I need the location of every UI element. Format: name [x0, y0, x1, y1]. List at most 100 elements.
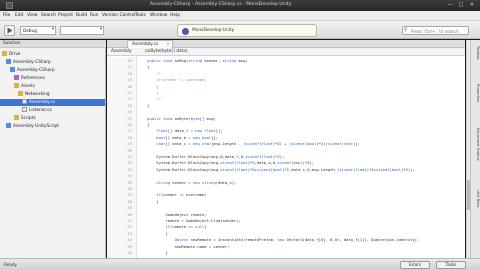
- app-icon: [6, 2, 13, 9]
- line-number: 20: [127, 83, 132, 89]
- code-line: {: [138, 198, 159, 204]
- tree-item-label: Assembly-CSharp: [13, 60, 51, 65]
- code-line: remote = GameObject.Find(sender);: [138, 218, 241, 223]
- code-line: System.Buffer.BlockCopy(msg,sizeof(float…: [138, 166, 415, 172]
- folder-icon: [14, 115, 19, 120]
- line-number: 31: [127, 154, 132, 159]
- tab-assembly-cs[interactable]: Assembly.cs ×: [127, 40, 173, 48]
- line-number: 35: [127, 179, 132, 185]
- line-number: 32: [127, 160, 132, 166]
- title-bar: Assembly-CSharp - Assembly-CSharp.cs - M…: [0, 0, 480, 11]
- dock-tab-document-outline[interactable]: Document Outline: [472, 128, 480, 161]
- tree-item-project[interactable]: Assembly-CSharp: [10, 67, 55, 74]
- line-number: 37: [127, 192, 132, 198]
- menu-tools[interactable]: Tools: [135, 13, 146, 18]
- target-select[interactable]: ▾: [60, 26, 104, 35]
- menu-file[interactable]: File: [3, 13, 10, 18]
- line-number: 24: [127, 109, 132, 115]
- code-line: string sender = new string(data_c);: [156, 179, 237, 185]
- close-button[interactable]: ✕: [468, 2, 476, 9]
- menu-view[interactable]: View: [27, 13, 37, 18]
- status-text: MonoDevelop-Unity: [192, 28, 235, 33]
- dock-tab-unit-tests[interactable]: Unit Tests: [472, 190, 480, 207]
- code-line: public void onByte(byte[] msg): [147, 115, 216, 121]
- ide-window: Assembly-CSharp - Assembly-CSharp.cs - M…: [0, 0, 480, 270]
- status-display: MonoDevelop-Unity: [177, 24, 317, 37]
- solution-pad-header: Solution: [0, 40, 106, 48]
- window-title: Assembly-CSharp - Assembly-CSharp.cs - M…: [150, 2, 292, 7]
- line-number: 33: [127, 166, 132, 172]
- status-message: Ready: [4, 262, 17, 267]
- search-box[interactable]: ⚲: [402, 26, 469, 35]
- menu-window[interactable]: Window: [150, 13, 167, 18]
- errors-pad-button[interactable]: Errors: [400, 261, 430, 269]
- tree-item-label: Assembly.cs: [29, 100, 56, 105]
- menu-build[interactable]: Build: [76, 13, 87, 18]
- configuration-select[interactable]: Debug ▾: [20, 26, 56, 35]
- menu-edit[interactable]: Edit: [15, 13, 24, 18]
- code-line: if(sender != username): [138, 77, 207, 83]
- code-line: {: [138, 122, 150, 127]
- menu-bar: File Edit View Search Project Build Run …: [0, 11, 480, 21]
- menu-search[interactable]: Search: [41, 13, 56, 18]
- tree-item-drive[interactable]: Drive: [2, 51, 20, 58]
- tree-item-scripts[interactable]: Scripts: [14, 115, 36, 122]
- maximize-button[interactable]: □: [457, 2, 465, 9]
- minimize-button[interactable]: —: [446, 2, 454, 9]
- tab-label: Assembly.cs: [132, 42, 159, 47]
- dock-tab-toolbox[interactable]: Toolbox: [472, 46, 480, 59]
- code-line: bool[] data_b = new bool[];: [156, 134, 219, 140]
- line-number: 21: [127, 90, 132, 95]
- folder-icon: [18, 91, 23, 96]
- line-number: 19: [127, 77, 132, 83]
- solution-pad: Solution Drive Assembly-CSharp Assembly-…: [0, 40, 106, 258]
- tasks-pad-button[interactable]: Tasks: [436, 261, 466, 269]
- search-input[interactable]: [411, 28, 467, 34]
- code-editor: Assembly.cs × Assembly onByte(byte[] dat…: [107, 40, 465, 258]
- folder-icon: [14, 83, 19, 88]
- project-icon: [6, 123, 11, 128]
- tree-item-label: Drive: [9, 52, 21, 57]
- line-number: 41: [127, 218, 132, 223]
- file-icon: [22, 107, 27, 112]
- line-number: 45: [127, 243, 132, 249]
- tree-item-networking[interactable]: Networking: [18, 91, 50, 98]
- run-button[interactable]: [4, 25, 15, 36]
- code-line: if(remote == null): [165, 224, 207, 230]
- line-number: 46: [127, 250, 132, 255]
- code-line: float[] data_f = new float[];: [156, 128, 223, 134]
- code-line: public void onMsg(string sender, string …: [147, 58, 248, 63]
- chevron-down-icon: ▾: [99, 27, 102, 32]
- main-toolbar: Debug ▾ ▾ MonoDevelop-Unity ⚲: [0, 21, 480, 39]
- menu-run[interactable]: Run: [90, 13, 98, 18]
- tree-item-label: Listener.cs: [29, 108, 52, 113]
- play-icon: [7, 27, 13, 34]
- close-icon[interactable]: ×: [166, 41, 170, 48]
- tree-item-selected-file[interactable]: Assembly.cs: [0, 99, 105, 106]
- code-line: {: [138, 64, 150, 70]
- line-number: 44: [127, 237, 132, 243]
- code-line: }: [138, 90, 159, 95]
- line-number: 18: [127, 70, 132, 76]
- line-number: 26: [127, 122, 132, 127]
- tree-item-assets[interactable]: Assets: [14, 83, 35, 90]
- code-text-area[interactable]: public void onMsg(string sender, string …: [138, 57, 455, 258]
- tree-item-references[interactable]: References: [14, 75, 45, 82]
- breadcrumb-class[interactable]: Assembly: [111, 49, 132, 54]
- menu-help[interactable]: Help: [170, 13, 180, 18]
- code-line: GameObject remote;: [138, 211, 207, 217]
- code-line: */: [138, 96, 161, 102]
- line-number: 30: [127, 147, 132, 153]
- menu-version-control[interactable]: Version Control: [102, 13, 135, 18]
- breadcrumb-method[interactable]: onByte(byte[] data): [145, 49, 188, 54]
- solution-pad-title: Solution: [3, 41, 21, 46]
- dock-tab-properties[interactable]: Properties: [472, 84, 480, 102]
- tree-item-project[interactable]: Assembly-CSharp: [6, 59, 51, 66]
- tree-item-project[interactable]: Assembly-UnityScript: [6, 123, 59, 130]
- code-line: }: [138, 102, 150, 108]
- line-number: 23: [127, 102, 132, 108]
- menu-project[interactable]: Project: [58, 13, 73, 18]
- line-number: 42: [127, 224, 132, 230]
- tree-item-file[interactable]: Listener.cs: [22, 107, 52, 114]
- line-number: 29: [127, 141, 132, 147]
